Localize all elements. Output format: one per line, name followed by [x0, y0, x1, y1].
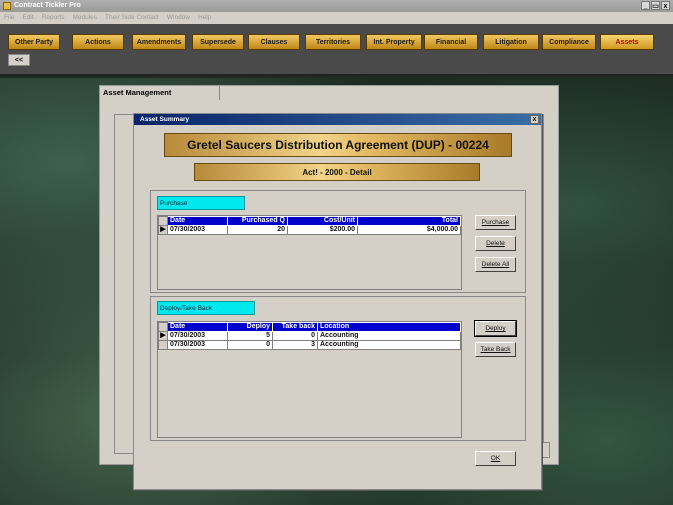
cell-take-back[interactable]: 3: [272, 340, 318, 350]
cell-deploy[interactable]: 0: [227, 340, 273, 350]
int-property-button[interactable]: Int. Property: [366, 34, 422, 50]
purchase-grid[interactable]: Date Purchased Q Cost/Unit Total ▶ 07/30…: [157, 215, 462, 290]
territories-button[interactable]: Territories: [305, 34, 361, 50]
amendments-button[interactable]: Amendments: [132, 34, 186, 50]
supersede-button[interactable]: Supersede: [192, 34, 244, 50]
cell-date[interactable]: 07/30/2003: [167, 340, 228, 350]
dialog-title-bar: Asset Summary x: [134, 114, 541, 125]
menu-window[interactable]: Window: [167, 12, 190, 24]
window-title: Contract Tickler Pro: [14, 2, 81, 9]
row-selector-icon: ▶: [158, 331, 168, 341]
deploy-button[interactable]: Deploy: [474, 320, 517, 337]
back-button[interactable]: <<: [8, 54, 30, 66]
cell-cost-unit[interactable]: $200.00: [287, 225, 358, 235]
deploy-grid[interactable]: Date Deploy Take back Location ▶ 07/30/2…: [157, 321, 462, 438]
close-icon[interactable]: x: [530, 115, 539, 124]
menu-bar: File Edit Reports Modules Their Side Con…: [0, 12, 673, 24]
delete-all-button[interactable]: Delete All: [475, 257, 516, 272]
purchase-label: Purchase: [157, 196, 245, 210]
compliance-button[interactable]: Compliance: [542, 34, 596, 50]
cell-take-back[interactable]: 0: [272, 331, 318, 341]
purchase-table: Date Purchased Q Cost/Unit Total ▶ 07/30…: [158, 216, 461, 235]
cell-location[interactable]: Accounting: [317, 340, 461, 350]
cell-date[interactable]: 07/30/2003: [167, 225, 228, 235]
col-deploy[interactable]: Deploy: [227, 322, 273, 332]
col-purchased-qty[interactable]: Purchased Q: [227, 216, 288, 226]
purchase-button[interactable]: Purchase: [475, 215, 516, 230]
title-bar: Contract Tickler Pro _ ▭ x: [0, 0, 673, 12]
table-row[interactable]: ▶ 07/30/2003 5 0 Accounting: [158, 331, 461, 341]
table-row[interactable]: ▶ 07/30/2003 20 $200.00 $4,000.00: [158, 225, 461, 235]
close-icon[interactable]: x: [661, 1, 670, 10]
tab-asset-management[interactable]: Asset Management: [100, 86, 220, 100]
financial-button[interactable]: Financial: [424, 34, 478, 50]
col-take-back[interactable]: Take back: [272, 322, 318, 332]
take-back-button[interactable]: Take Back: [475, 342, 516, 357]
row-selector-icon: ▶: [158, 225, 168, 235]
litigation-button[interactable]: Litigation: [483, 34, 539, 50]
window-controls: _ ▭ x: [641, 1, 670, 10]
table-header: Date Deploy Take back Location: [158, 322, 461, 332]
minimize-icon[interactable]: _: [641, 1, 650, 10]
menu-reports[interactable]: Reports: [42, 12, 65, 24]
asset-summary-dialog: Asset Summary x Gretel Saucers Distribut…: [133, 113, 542, 490]
col-location[interactable]: Location: [317, 322, 461, 332]
menu-edit[interactable]: Edit: [22, 12, 33, 24]
menu-their-side-contact[interactable]: Their Side Contact: [105, 12, 159, 24]
table-header: Date Purchased Q Cost/Unit Total: [158, 216, 461, 226]
module-toolbar: Other Party Actions Amendments Supersede…: [0, 24, 673, 76]
app-icon: [3, 2, 11, 10]
purchase-panel: Purchase Date Purchased Q Cost/Unit Tota…: [150, 190, 526, 293]
col-total[interactable]: Total: [357, 216, 461, 226]
col-cost-unit[interactable]: Cost/Unit: [287, 216, 358, 226]
deploy-label: Deploy/Take Back: [157, 301, 255, 315]
agreement-title: Gretel Saucers Distribution Agreement (D…: [164, 133, 512, 157]
cell-date[interactable]: 07/30/2003: [167, 331, 228, 341]
detail-subtitle: Act! - 2000 - Detail: [194, 163, 480, 181]
menu-file[interactable]: File: [4, 12, 14, 24]
deploy-panel: Deploy/Take Back Date Deploy Take back L…: [150, 296, 526, 441]
dialog-title: Asset Summary: [140, 116, 190, 123]
table-row[interactable]: 07/30/2003 0 3 Accounting: [158, 340, 461, 350]
cell-location[interactable]: Accounting: [317, 331, 461, 341]
col-date[interactable]: Date: [167, 216, 228, 226]
actions-button[interactable]: Actions: [72, 34, 124, 50]
restore-icon[interactable]: ▭: [651, 1, 660, 10]
deploy-table: Date Deploy Take back Location ▶ 07/30/2…: [158, 322, 461, 350]
col-date[interactable]: Date: [167, 322, 228, 332]
cell-deploy[interactable]: 5: [227, 331, 273, 341]
delete-button[interactable]: Delete: [475, 236, 516, 251]
other-party-button[interactable]: Other Party: [8, 34, 60, 50]
cell-total[interactable]: $4,000.00: [357, 225, 461, 235]
clauses-button[interactable]: Clauses: [248, 34, 300, 50]
assets-button[interactable]: Assets: [600, 34, 654, 50]
cell-purchased-qty[interactable]: 20: [227, 225, 288, 235]
ok-button[interactable]: OK: [475, 451, 516, 466]
menu-modules[interactable]: Modules: [72, 12, 97, 24]
menu-help[interactable]: Help: [198, 12, 211, 24]
